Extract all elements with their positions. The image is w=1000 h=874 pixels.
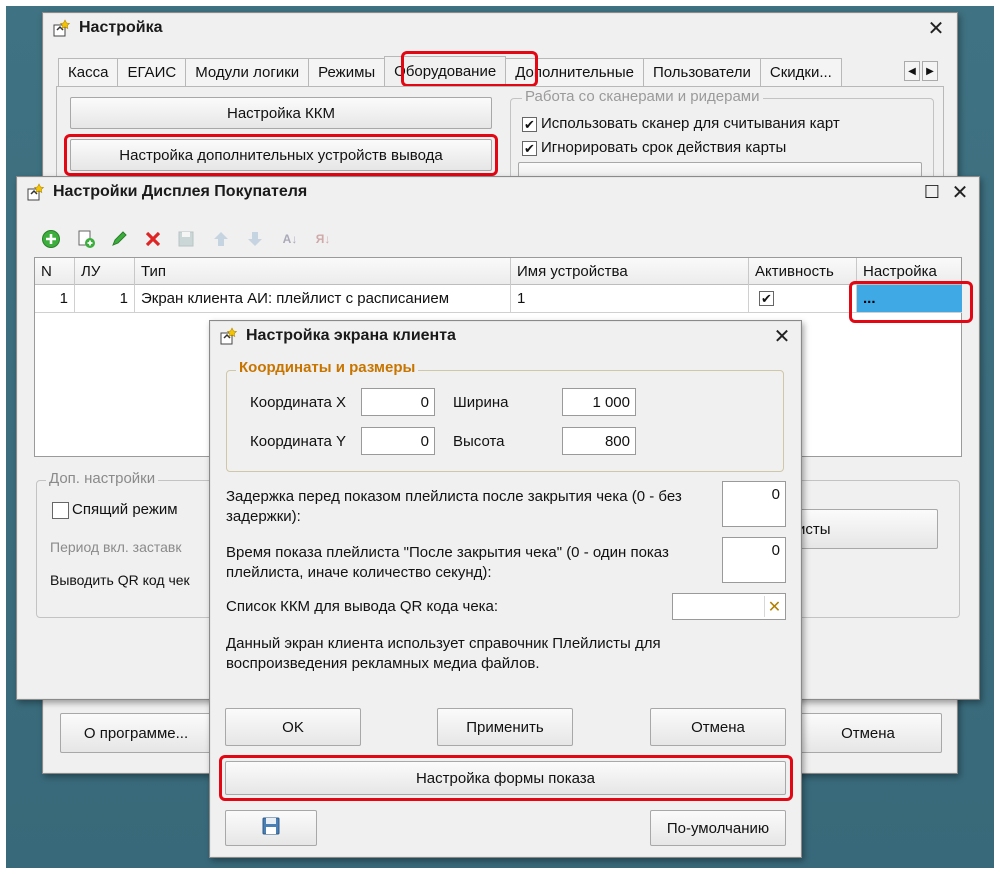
col-header-activity[interactable]: Активность (749, 258, 857, 285)
coord-y-input[interactable]: 0 (361, 427, 435, 455)
display-window-title: Настройки Дисплея Покупателя (53, 183, 308, 200)
save-button[interactable] (225, 810, 317, 846)
height-input[interactable]: 800 (562, 427, 636, 455)
cell-type: Экран клиента АИ: плейлист с расписанием (135, 285, 511, 313)
tab-modes[interactable]: Режимы (308, 58, 386, 86)
dialog-title: Настройка экрана клиента (246, 327, 456, 344)
sleep-mode-checkbox[interactable] (52, 502, 69, 519)
dialog-app-icon (220, 327, 238, 345)
move-up-icon[interactable] (210, 228, 232, 250)
sort-ascending-icon[interactable]: A↓ (279, 228, 301, 250)
ignore-expiry-label: Игнорировать срок действия карты (541, 139, 787, 156)
col-header-device-name[interactable]: Имя устройства (511, 258, 749, 285)
width-input[interactable]: 1 000 (562, 388, 636, 416)
default-button[interactable]: По-умолчанию (650, 810, 786, 846)
display-maximize-button[interactable]: ☐ (919, 179, 945, 205)
playlist-show-time-input[interactable]: 0 (722, 537, 786, 583)
apply-button[interactable]: Применить (437, 708, 573, 746)
scanner-group-title: Работа со сканерами и ридерами (522, 88, 763, 105)
grid-header-row: N ЛУ Тип Имя устройства Активность Настр… (35, 258, 961, 285)
cell-n: 1 (35, 285, 75, 313)
tab-egais[interactable]: ЕГАИС (117, 58, 187, 86)
extra-settings-group-title: Доп. настройки (46, 470, 159, 487)
tab-kassa[interactable]: Касса (58, 58, 119, 86)
move-down-icon[interactable] (244, 228, 266, 250)
activity-checkbox[interactable]: ✔ (759, 291, 774, 306)
settings-app-icon (53, 19, 71, 37)
add-icon[interactable] (40, 228, 62, 250)
col-header-n[interactable]: N (35, 258, 75, 285)
dialog-cancel-button[interactable]: Отмена (650, 708, 786, 746)
sort-descending-icon[interactable]: Я↓ (312, 228, 334, 250)
col-header-lu[interactable]: ЛУ (75, 258, 135, 285)
width-label: Ширина (453, 394, 509, 411)
extra-output-devices-button[interactable]: Настройка дополнительных устройств вывод… (70, 139, 492, 171)
delete-icon[interactable] (142, 228, 164, 250)
coord-x-label: Координата X (250, 394, 347, 411)
kkm-list-label: Список ККМ для вывода QR кода чека: (226, 598, 499, 615)
scanner-use-label: Использовать сканер для считывания карт (541, 115, 840, 132)
cell-settings-button[interactable]: ... (857, 285, 962, 313)
main-titlebar: Настройка (43, 13, 957, 43)
kkm-settings-button[interactable]: Настройка ККМ (70, 97, 492, 129)
display-titlebar: Настройки Дисплея Покупателя (17, 177, 979, 207)
dialog-titlebar: Настройка экрана клиента (210, 321, 801, 351)
save-floppy-icon (261, 816, 281, 840)
coords-group (226, 370, 784, 472)
tab-scroll-left-icon[interactable]: ◀ (904, 61, 920, 81)
display-form-settings-button[interactable]: Настройка формы показа (225, 761, 786, 795)
tab-discounts[interactable]: Скидки... (759, 58, 842, 86)
qr-output-label: Выводить QR код чек (50, 572, 190, 588)
coord-x-input[interactable]: 0 (361, 388, 435, 416)
tab-additional[interactable]: Дополнительные (505, 58, 644, 86)
screensaver-period-label: Период вкл. заставк (50, 539, 182, 555)
main-close-button[interactable]: ✕ (923, 15, 949, 41)
display-app-icon (27, 183, 45, 201)
main-window-title: Настройка (79, 19, 163, 36)
tab-equipment[interactable]: Оборудование (384, 56, 507, 86)
height-label: Высота (453, 433, 505, 450)
cell-lu: 1 (75, 285, 135, 313)
dialog-close-button[interactable]: ✕ (769, 323, 795, 349)
sleep-mode-label: Спящий режим (72, 501, 178, 518)
ignore-expiry-checkbox[interactable]: ✔ (522, 141, 537, 156)
tab-logic-modules[interactable]: Модули логики (185, 58, 310, 86)
scanner-use-checkbox[interactable]: ✔ (522, 117, 537, 132)
playlist-delay-label: Задержка перед показом плейлиста после з… (226, 488, 682, 525)
tab-users[interactable]: Пользователи (642, 58, 761, 86)
cell-activity: ✔ (749, 285, 857, 313)
save-disabled-icon[interactable] (175, 228, 197, 250)
col-header-settings[interactable]: Настройка (857, 258, 963, 285)
playlists-info-text: Данный экран клиента использует справочн… (226, 635, 661, 672)
main-tab-strip: Касса ЕГАИС Модули логики Режимы Оборудо… (58, 56, 842, 86)
main-cancel-button[interactable]: Отмена (794, 713, 942, 753)
tab-scroll-right-icon[interactable]: ▶ (922, 61, 938, 81)
playlist-delay-input[interactable]: 0 (722, 481, 786, 527)
edit-pencil-icon[interactable] (108, 228, 130, 250)
copy-add-icon[interactable] (75, 228, 97, 250)
coord-y-label: Координата Y (250, 433, 347, 450)
cell-device-name: 1 (511, 285, 749, 313)
clear-field-icon[interactable]: ✕ (764, 596, 784, 617)
coords-group-title: Координаты и размеры (236, 359, 419, 376)
col-header-type[interactable]: Тип (135, 258, 511, 285)
ok-button[interactable]: OK (225, 708, 361, 746)
about-button[interactable]: О программе... (60, 713, 212, 753)
playlist-show-time-label: Время показа плейлиста "После закрытия ч… (226, 544, 669, 581)
display-close-button[interactable]: ✕ (947, 179, 973, 205)
